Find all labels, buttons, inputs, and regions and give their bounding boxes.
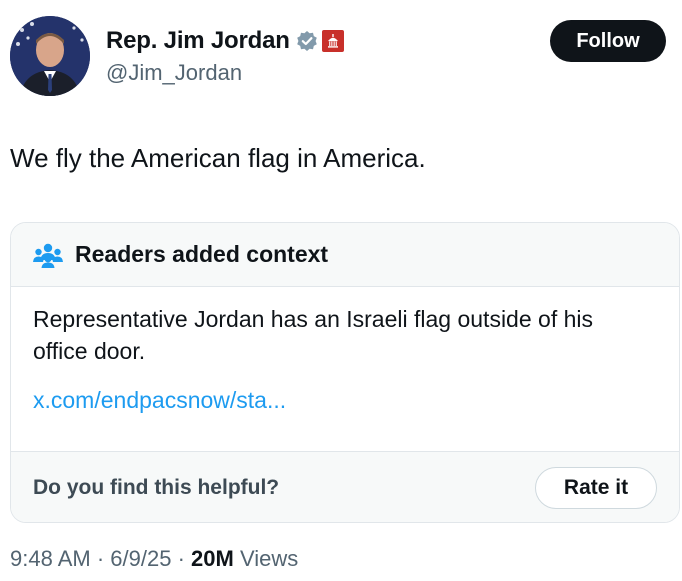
tweet-time[interactable]: 9:48 AM xyxy=(10,546,91,571)
community-note: Readers added context Representative Jor… xyxy=(10,222,680,523)
community-note-rating: Do you find this helpful? Rate it xyxy=(11,451,679,522)
meta-separator: · xyxy=(96,546,105,571)
rate-it-button[interactable]: Rate it xyxy=(535,467,657,509)
tweet-date[interactable]: 6/9/25 xyxy=(110,546,171,571)
helpful-prompt: Do you find this helpful? xyxy=(33,476,280,499)
author-block: Rep. Jim Jordan @Jim_Jordan xyxy=(106,26,344,86)
community-note-body: Representative Jordan has an Israeli fla… xyxy=(11,287,679,414)
tweet-text: We fly the American flag in America. xyxy=(10,143,426,173)
follow-button[interactable]: Follow xyxy=(550,20,666,62)
views-count[interactable]: 20M xyxy=(191,546,234,571)
meta-separator: · xyxy=(177,546,185,571)
avatar[interactable] xyxy=(10,16,90,96)
people-icon xyxy=(33,243,63,268)
name-row: Rep. Jim Jordan xyxy=(106,26,344,56)
government-badge-icon[interactable] xyxy=(321,30,344,52)
community-note-source-link[interactable]: x.com/endpacsnow/sta... xyxy=(33,387,657,414)
display-name[interactable]: Rep. Jim Jordan xyxy=(106,27,290,55)
views-label: Views xyxy=(239,546,299,571)
author-handle[interactable]: @Jim_Jordan xyxy=(106,60,344,86)
avatar-image xyxy=(10,16,90,96)
tweet-header: Rep. Jim Jordan @Jim_Jordan Follow xyxy=(10,16,672,98)
community-note-text: Representative Jordan has an Israeli fla… xyxy=(33,306,593,364)
tweet-meta: 9:48 AM · 6/9/25 · 20M Views xyxy=(10,546,298,572)
verified-badge-icon[interactable] xyxy=(296,30,318,52)
community-note-title: Readers added context xyxy=(75,241,329,267)
community-note-header: Readers added context xyxy=(11,223,679,287)
